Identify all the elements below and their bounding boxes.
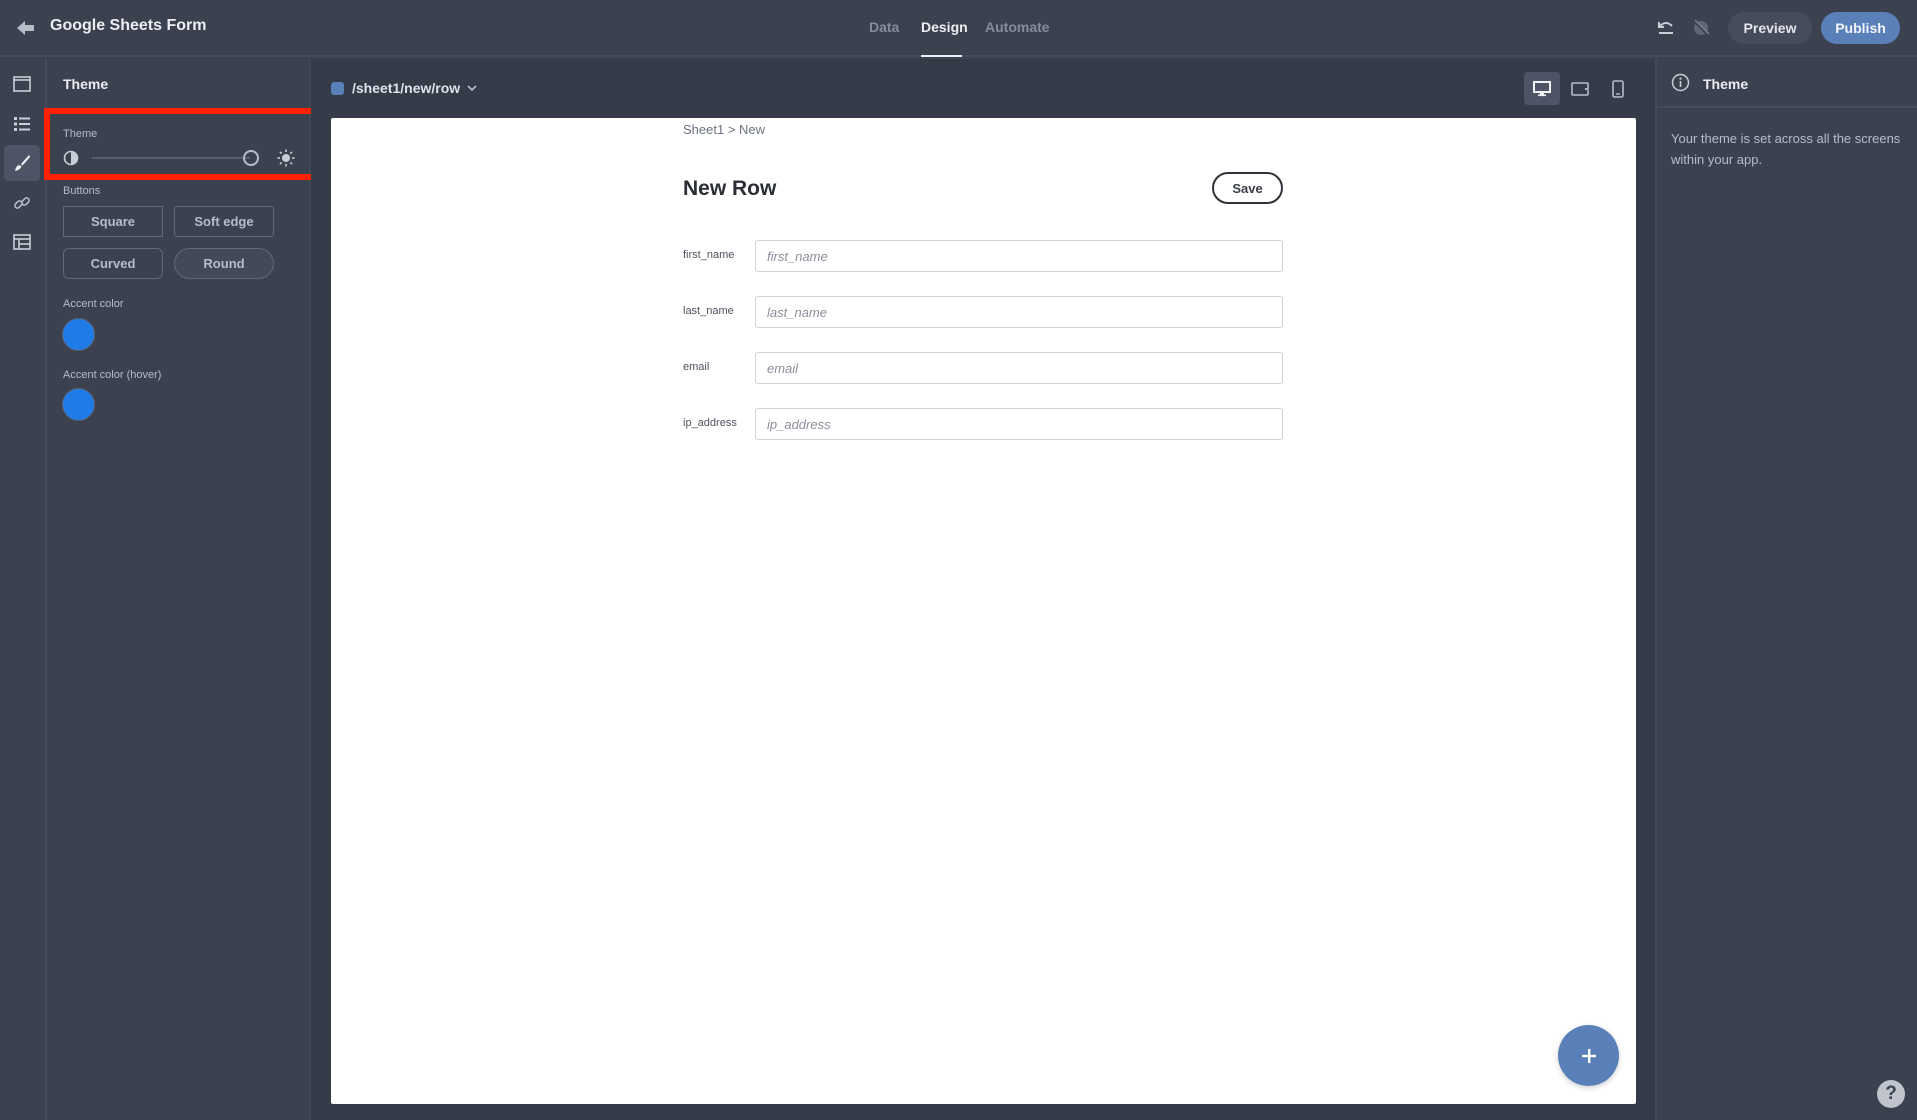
accent-hover-color-label: Accent color (hover) [63, 369, 162, 381]
back-button[interactable] [14, 16, 38, 40]
first-name-input[interactable] [755, 240, 1283, 272]
button-style-square[interactable]: Square [63, 206, 163, 237]
theme-slider-track[interactable] [92, 157, 250, 159]
sun-icon [277, 149, 295, 167]
last-name-input[interactable] [755, 296, 1283, 328]
field-label-last-name: last_name [683, 305, 734, 317]
link-icon [14, 197, 30, 209]
breadcrumb: Sheet1 > New [683, 122, 766, 137]
info-panel-description: Your theme is set across all the screens… [1671, 131, 1901, 167]
panel-title: Theme [63, 76, 109, 92]
paintbrush-icon [15, 155, 30, 171]
preview-button[interactable]: Preview [1728, 12, 1812, 44]
tab-design[interactable]: Design [921, 19, 968, 35]
tab-automate[interactable]: Automate [985, 19, 1050, 35]
device-mobile-button[interactable] [1600, 72, 1636, 105]
screen-route-selector[interactable]: /sheet1/new/row [352, 80, 460, 96]
publish-button[interactable]: Publish [1821, 12, 1900, 44]
buttons-style-label: Buttons [63, 185, 101, 197]
info-panel [1655, 59, 1917, 1120]
field-label-ip-address: ip_address [683, 417, 737, 429]
email-input[interactable] [755, 352, 1283, 384]
route-color-indicator [331, 82, 344, 95]
active-tab-indicator [921, 55, 962, 57]
button-style-soft-edge[interactable]: Soft edge [174, 206, 274, 237]
field-label-email: email [683, 361, 710, 373]
list-icon [14, 117, 30, 131]
add-component-button[interactable] [1558, 1025, 1619, 1086]
app-title: Google Sheets Form [50, 17, 207, 34]
desktop-icon [1533, 80, 1551, 96]
rail-item-screens[interactable] [4, 66, 40, 102]
undo-icon [1658, 22, 1673, 34]
undo-button[interactable] [1653, 15, 1679, 41]
accent-color-swatch[interactable] [62, 318, 95, 351]
tab-data[interactable]: Data [869, 19, 899, 35]
info-icon [1671, 73, 1690, 92]
redo-disabled-icon [1693, 19, 1710, 36]
table-icon [13, 234, 31, 250]
device-tablet-button[interactable] [1562, 72, 1598, 105]
field-label-first-name: first_name [683, 249, 735, 261]
ip-address-input[interactable] [755, 408, 1283, 440]
rail-item-components[interactable] [4, 106, 40, 142]
contrast-icon [63, 150, 79, 166]
accent-hover-color-swatch[interactable] [62, 388, 95, 421]
divider [1657, 106, 1917, 108]
button-style-round[interactable]: Round [174, 248, 274, 279]
button-style-curved[interactable]: Curved [63, 248, 163, 279]
rail-item-theme[interactable] [4, 145, 40, 181]
arrow-left-icon [17, 21, 34, 35]
rail-item-links[interactable] [4, 185, 40, 221]
screen-icon [13, 76, 31, 92]
form-title: New Row [683, 177, 777, 200]
accent-color-label: Accent color [63, 298, 124, 310]
tablet-icon [1571, 81, 1589, 96]
save-button[interactable]: Save [1212, 172, 1283, 204]
theme-slider-label: Theme [63, 128, 98, 140]
highlight-annotation [44, 108, 319, 180]
rail-item-data[interactable] [4, 224, 40, 260]
redo-button[interactable] [1688, 15, 1714, 41]
chevron-down-icon[interactable] [465, 81, 479, 95]
mobile-icon [1612, 79, 1624, 98]
plus-icon [1581, 1048, 1596, 1063]
theme-slider-thumb[interactable] [243, 150, 259, 166]
help-button[interactable]: ? [1877, 1080, 1905, 1108]
device-desktop-button[interactable] [1524, 72, 1560, 105]
info-panel-title: Theme [1703, 76, 1749, 92]
